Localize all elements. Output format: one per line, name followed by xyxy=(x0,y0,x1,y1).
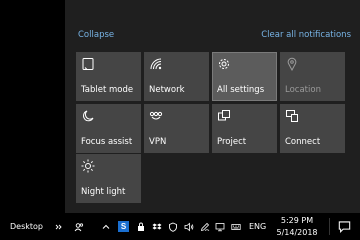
s-app-icon[interactable]: S xyxy=(118,213,129,240)
chevron-up-icon[interactable] xyxy=(101,213,111,240)
volume-icon[interactable] xyxy=(184,213,194,240)
tile-label: Tablet mode xyxy=(81,85,134,95)
keyboard-icon[interactable] xyxy=(231,213,241,240)
connect-tile[interactable]: Connect xyxy=(280,104,345,153)
connect-icon xyxy=(285,109,299,123)
shield-icon[interactable] xyxy=(168,213,178,240)
notification-icon xyxy=(338,220,351,233)
network-tile[interactable]: Network xyxy=(144,52,209,101)
people-icon[interactable] xyxy=(74,213,84,240)
quick-actions-grid: Tablet mode Network All settings Locatio… xyxy=(65,0,360,213)
chevron-double-right-icon[interactable] xyxy=(54,213,64,240)
project-tile[interactable]: Project xyxy=(212,104,277,153)
taskbar: Desktop S ENG 5:29 PM 5/14/2018 xyxy=(0,213,360,240)
divider xyxy=(329,218,330,235)
all-settings-tile[interactable]: All settings xyxy=(212,52,277,101)
sun-icon xyxy=(81,159,95,173)
action-center-panel: Collapse Clear all notifications Tablet … xyxy=(65,0,360,213)
language-indicator[interactable]: ENG xyxy=(249,213,266,240)
tile-label: Connect xyxy=(285,137,321,147)
dropbox-icon[interactable] xyxy=(152,213,162,240)
tile-label: VPN xyxy=(149,137,167,147)
desktop-toolbar[interactable]: Desktop xyxy=(10,213,43,240)
monitor-icon[interactable] xyxy=(215,213,225,240)
vpn-icon xyxy=(149,109,163,123)
tile-label: Focus assist xyxy=(81,137,133,147)
clock-date: 5/14/2018 xyxy=(276,228,318,237)
clock[interactable]: 5:29 PM 5/14/2018 xyxy=(273,215,321,239)
bag-icon[interactable] xyxy=(136,213,146,240)
desktop-label: Desktop xyxy=(10,222,43,231)
tile-label: Night light xyxy=(81,187,126,197)
tablet-mode-tile[interactable]: Tablet mode xyxy=(76,52,141,101)
location-tile[interactable]: Location xyxy=(280,52,345,101)
location-icon xyxy=(285,57,299,71)
network-icon xyxy=(149,57,163,71)
pen-icon[interactable] xyxy=(200,213,210,240)
tile-label: All settings xyxy=(217,85,265,95)
focus-assist-tile[interactable]: Focus assist xyxy=(76,104,141,153)
vpn-tile[interactable]: VPN xyxy=(144,104,209,153)
moon-icon xyxy=(81,109,95,123)
tile-label: Project xyxy=(217,137,247,147)
tablet-mode-icon xyxy=(81,57,95,71)
project-icon xyxy=(217,109,231,123)
tile-label: Location xyxy=(285,85,321,95)
night-light-tile[interactable]: Night light xyxy=(76,154,141,203)
tile-label: Network xyxy=(149,85,185,95)
action-center-button[interactable] xyxy=(338,213,351,240)
clock-time: 5:29 PM xyxy=(280,216,314,225)
gear-icon xyxy=(217,57,231,71)
